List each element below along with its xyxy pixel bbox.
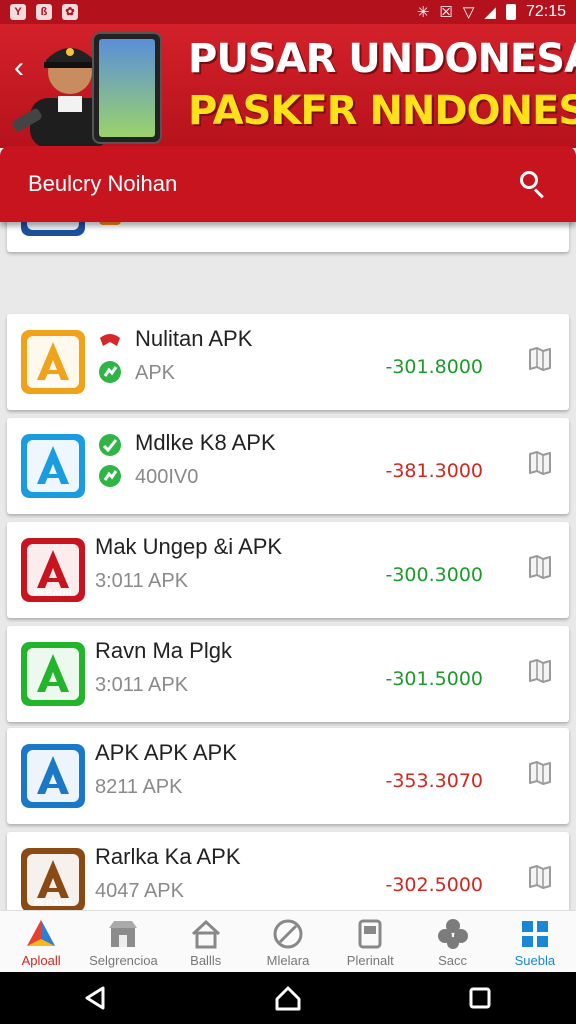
app-value: -301.8000: [385, 356, 483, 378]
vibrate-icon: ☒: [439, 4, 453, 21]
wifi-icon: ▽: [462, 4, 475, 21]
app-value: -353.3070: [385, 770, 483, 792]
app-name: Mdlke K8 APK: [135, 430, 276, 455]
home-icon: [189, 917, 223, 951]
bluetooth-icon: ✳: [416, 4, 430, 21]
settings-notification-icon: ✿: [62, 4, 78, 20]
app-subtitle: 3:011 APK: [95, 570, 189, 592]
store-icon: [106, 917, 140, 951]
app-logo-icon: PEBADR: [21, 848, 85, 910]
nav-item[interactable]: Sacc: [411, 911, 493, 972]
home-house-icon[interactable]: [273, 983, 303, 1013]
nav-item[interactable]: Selgrencioa: [82, 911, 164, 972]
bookmark-icon[interactable]: [527, 450, 553, 476]
apk-logo-icon: [24, 917, 58, 951]
bookmark-icon[interactable]: [527, 760, 553, 786]
app-logo-icon: HEXDX: [21, 330, 85, 394]
nav-item[interactable]: Suebla: [494, 911, 576, 972]
search-icon[interactable]: [518, 169, 548, 199]
banner-title-line1: PUSAR UNDONESAN: [188, 36, 576, 82]
whatsapp-icon: [97, 359, 123, 385]
app-name: Ravn Ma Plgk: [95, 638, 232, 663]
app-logo-icon: [21, 434, 85, 498]
app-name: Rarlka Ka APK: [95, 844, 241, 869]
header-banner: ‹ PUSAR UNDONESAN PASKFR NNDONESIA: [0, 24, 576, 148]
search-bar: Beulcry Noihan: [0, 146, 576, 222]
nav-label: Suebla: [514, 953, 556, 968]
app-subtitle: APK: [135, 362, 176, 384]
device-icon: [353, 917, 387, 951]
app-list: Plulke APK449IV0-301.3000 HEXDX Nulitan …: [0, 180, 576, 910]
app-name: Mak Ungep &i APK: [95, 534, 283, 559]
nav-item[interactable]: Ballls: [165, 911, 247, 972]
app-subtitle: 8211 APK: [95, 776, 183, 798]
list-item[interactable]: Mdlke K8 APK 400IV0 -381.3000: [7, 418, 569, 514]
battery-icon: [505, 4, 516, 20]
back-triangle-icon[interactable]: [81, 983, 111, 1013]
phone-image: [92, 32, 162, 144]
svg-text:HEXDX: HEXDX: [37, 380, 68, 390]
list-item[interactable]: PEBADR Rarlka Ka APK 4047 APK -302.5000: [7, 832, 569, 910]
nav-item[interactable]: Aploall: [0, 911, 82, 972]
whatsapp-icon: [97, 463, 123, 489]
bookmark-icon[interactable]: [527, 554, 553, 580]
bookmark-icon[interactable]: [527, 346, 553, 372]
app-subtitle: 4047 APK: [95, 880, 184, 902]
app-value: -301.5000: [385, 668, 483, 690]
status-bar: Y ß ✿ ✳ ☒ ▽ ◢ 72:15: [0, 0, 576, 24]
nav-label: Ballls: [190, 953, 222, 968]
app-subtitle: 400IV0: [135, 466, 199, 488]
notification-icon: Y: [10, 4, 26, 20]
app-logo-icon: [21, 744, 85, 808]
flower-icon: [436, 917, 470, 951]
app-value: -381.3000: [385, 460, 483, 482]
nav-label: Selgrencioa: [89, 953, 158, 968]
clock: 72:15: [525, 3, 566, 20]
chat-bubble-icon: [97, 432, 123, 458]
list-item[interactable]: PEBADR Mak Ungep &i APK 3:011 APK -300.300…: [7, 522, 569, 618]
nav-label: Aploall: [21, 953, 61, 968]
banner-title-line2: PASKFR NNDONESIA: [188, 88, 576, 134]
search-bar-title: Beulcry Noihan: [28, 171, 178, 196]
nav-item[interactable]: Plerinalt: [329, 911, 411, 972]
list-item[interactable]: Ravn Ma Plgk 3:011 APK -301.5000: [7, 626, 569, 722]
mask-icon: [97, 328, 123, 354]
list-item[interactable]: APK APK APK 8211 APK -353.3070: [7, 728, 569, 824]
gallery-icon: ß: [36, 4, 52, 20]
app-value: -302.5000: [385, 874, 483, 896]
svg-text:PEBADR: PEBADR: [34, 898, 73, 908]
bookmark-icon[interactable]: [527, 658, 553, 684]
nav-item[interactable]: Mlelara: [247, 911, 329, 972]
app-name: Nulitan APK: [135, 326, 253, 351]
app-logo-icon: PEBADR: [21, 538, 85, 602]
signal-icon: ◢: [484, 4, 496, 21]
svg-text:PEBADR: PEBADR: [34, 588, 73, 598]
nav-label: Sacc: [438, 953, 467, 968]
bottom-navigation: Aploall Selgrencioa Ballls Mlelara Plerinalt…: [0, 910, 576, 972]
grid-icon: [518, 917, 552, 951]
recents-square-icon[interactable]: [465, 983, 495, 1013]
bookmark-icon[interactable]: [527, 864, 553, 890]
app-logo-icon: [21, 642, 85, 706]
nav-label: Mlelara: [266, 953, 310, 968]
app-value: -300.3000: [385, 564, 483, 586]
list-item[interactable]: HEXDX Nulitan APK APK -301.8000: [7, 314, 569, 410]
compass-icon: [271, 917, 305, 951]
nav-label: Plerinalt: [346, 953, 394, 968]
system-navigation-bar: [0, 972, 576, 1024]
app-name: APK APK APK: [95, 740, 237, 765]
app-subtitle: 3:011 APK: [95, 674, 189, 696]
